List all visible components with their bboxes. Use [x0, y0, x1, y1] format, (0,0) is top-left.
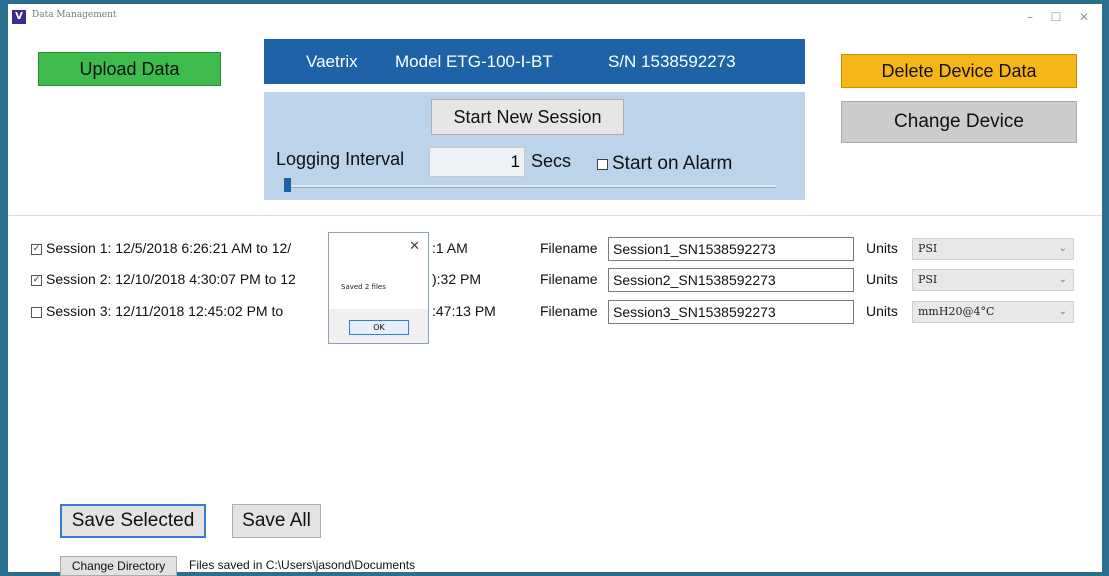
app-logo-icon: V	[12, 10, 26, 24]
interval-unit-label: Secs	[531, 151, 572, 171]
window-title: Data Management	[32, 10, 117, 20]
dialog-close-icon[interactable]: ✕	[409, 239, 420, 254]
logging-interval-input[interactable]: 1	[429, 147, 525, 177]
session-3-units-label: Units	[866, 303, 898, 319]
start-on-alarm-label: Start on Alarm	[612, 153, 733, 174]
save-location-text: Files saved in C:\Users\jasond\Documents	[189, 558, 416, 572]
session-2-label: Session 2: 12/10/2018 4:30:07 PM to 12	[46, 271, 296, 287]
dialog-message: Saved 2 files	[341, 283, 386, 291]
chevron-down-icon: ⌄	[1058, 274, 1067, 285]
session-1-checkbox[interactable]: ✓	[31, 244, 42, 255]
session-2-units-select[interactable]: PSI ⌄	[912, 269, 1074, 291]
session-3-filename-field[interactable]: Session3_SN1538592273	[608, 300, 854, 324]
slider-thumb[interactable]	[284, 178, 291, 192]
logging-interval-label: Logging Interval	[276, 149, 405, 169]
session-1-filename-field[interactable]: Session1_SN1538592273	[608, 237, 854, 261]
logging-interval-slider[interactable]	[286, 185, 776, 188]
change-directory-button[interactable]: Change Directory	[60, 556, 177, 576]
session-2-units-label: Units	[866, 271, 898, 287]
save-all-button[interactable]: Save All	[232, 504, 321, 538]
session-3-units-value: mmH20@4°C	[918, 305, 995, 318]
session-3-label: Session 3: 12/11/2018 12:45:02 PM to	[46, 303, 284, 319]
model-label: Model ETG-100-I-BT	[395, 52, 553, 71]
session-1-units-label: Units	[866, 240, 898, 256]
minimize-button[interactable]: –	[1018, 7, 1042, 27]
session-2-units-value: PSI	[918, 273, 938, 286]
delete-device-data-button[interactable]: Delete Device Data	[841, 54, 1077, 88]
session-1-filename-label: Filename	[540, 240, 598, 256]
divider	[8, 215, 1102, 216]
save-selected-button[interactable]: Save Selected	[60, 504, 206, 538]
saved-files-dialog: ✕ Saved 2 files OK	[328, 232, 429, 344]
serial-label: S/N 1538592273	[608, 52, 736, 71]
session-2-label-end: ):32 PM	[432, 271, 482, 287]
session-3-checkbox[interactable]	[31, 307, 42, 318]
session-2-checkbox[interactable]: ✓	[31, 275, 42, 286]
dialog-footer: OK	[329, 309, 428, 343]
start-new-session-button[interactable]: Start New Session	[431, 99, 624, 135]
close-button[interactable]: ✕	[1072, 7, 1096, 27]
start-on-alarm-checkbox[interactable]	[597, 159, 608, 170]
chevron-down-icon: ⌄	[1058, 306, 1067, 317]
data-management-window: V Data Management – ☐ ✕ Upload Data Vaet…	[8, 4, 1102, 576]
session-1-label-end: :1 AM	[432, 240, 468, 256]
session-1-units-select[interactable]: PSI ⌄	[912, 238, 1074, 260]
session-1-label: Session 1: 12/5/2018 6:26:21 AM to 12/	[46, 240, 292, 256]
session-3-label-end: :47:13 PM	[432, 303, 496, 319]
upload-data-button[interactable]: Upload Data	[38, 52, 221, 86]
session-2-filename-field[interactable]: Session2_SN1538592273	[608, 268, 854, 292]
title-bar: V Data Management – ☐ ✕	[8, 4, 1102, 30]
session-3-units-select[interactable]: mmH20@4°C ⌄	[912, 301, 1074, 323]
device-header: Vaetrix Model ETG-100-I-BT S/N 153859227…	[264, 39, 805, 84]
change-device-button[interactable]: Change Device	[841, 101, 1077, 143]
brand-label: Vaetrix	[306, 52, 358, 71]
maximize-button[interactable]: ☐	[1044, 7, 1068, 27]
chevron-down-icon: ⌄	[1058, 243, 1067, 254]
session-2-filename-label: Filename	[540, 271, 598, 287]
session-1-units-value: PSI	[918, 242, 938, 255]
session-3-filename-label: Filename	[540, 303, 598, 319]
dialog-ok-button[interactable]: OK	[349, 320, 409, 335]
